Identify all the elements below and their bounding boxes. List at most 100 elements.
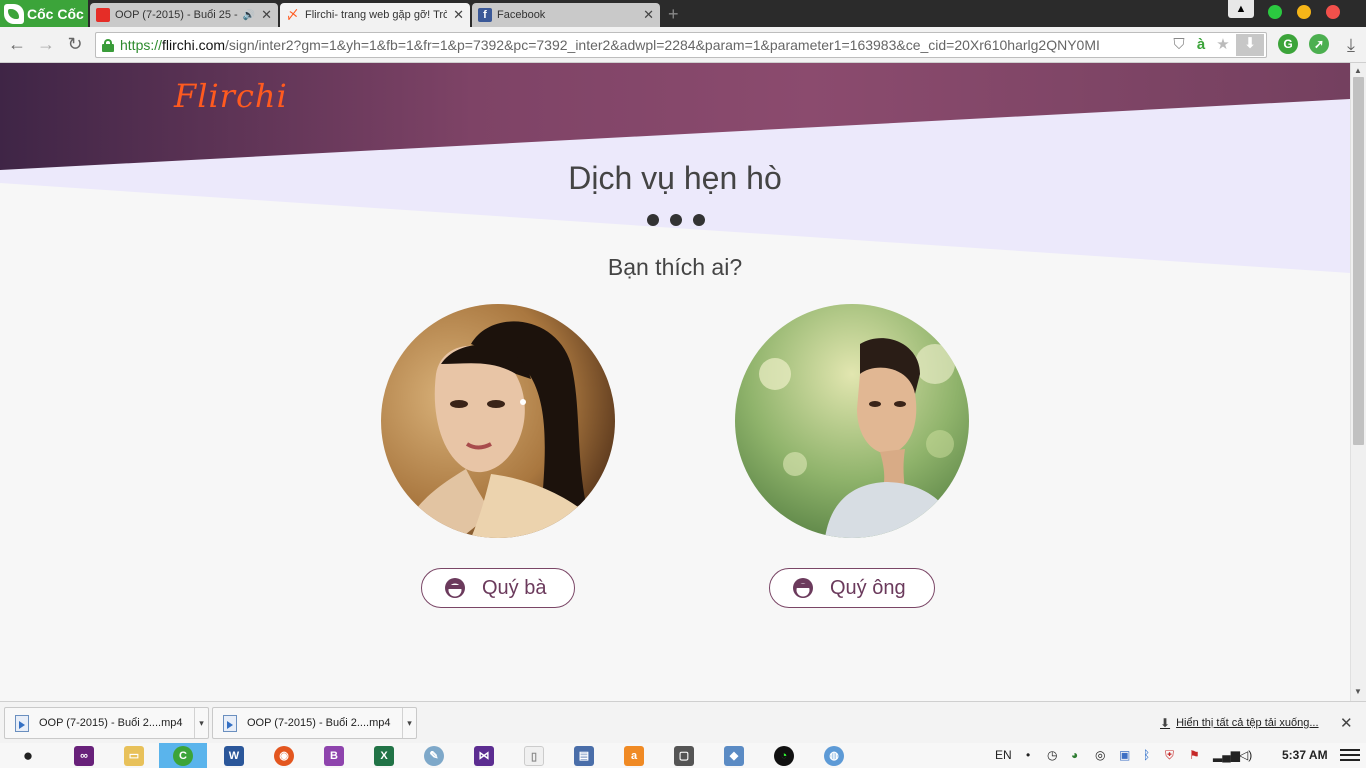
male-choice-label: Quý ông — [830, 576, 906, 599]
globe-icon[interactable]: ◕ — [1071, 748, 1078, 762]
file-explorer-icon[interactable]: ▭ — [124, 746, 144, 766]
security-icon[interactable]: ⛨ — [1165, 748, 1174, 763]
excel-icon[interactable]: X — [374, 746, 394, 766]
scrollbar-thumb[interactable] — [1353, 77, 1364, 445]
female-portrait-image — [381, 304, 615, 538]
download-filename: OOP (7-2015) - Buổi 2....mp4 — [39, 717, 183, 729]
tab-title: Facebook — [497, 9, 546, 21]
close-download-bar-icon[interactable]: ✕ — [1340, 714, 1353, 732]
download-item[interactable]: OOP (7-2015) - Buổi 2....mp4 ▾ — [4, 707, 209, 739]
tab-title: OOP (7-2015) - Buổi 25 - — [115, 9, 238, 21]
show-all-downloads-link[interactable]: ⬇ Hiển thị tất cả tệp tải xuống... — [1160, 716, 1319, 730]
browser-logo-text: Cốc Cốc — [27, 5, 84, 22]
minimize-icon[interactable] — [1297, 5, 1311, 19]
close-tab-icon[interactable]: ✕ — [643, 7, 654, 23]
tab-facebook[interactable]: f Facebook ✕ — [472, 3, 660, 27]
close-tab-icon[interactable]: ✕ — [453, 7, 464, 23]
download-bar: OOP (7-2015) - Buổi 2....mp4 ▾ OOP (7-20… — [0, 701, 1366, 743]
coccoc-leaf-icon — [4, 3, 24, 24]
tab-flirchi[interactable]: 〆 Flirchi- trang web gặp gỡ! Trò ✕ — [280, 3, 470, 27]
chevron-down-icon[interactable]: ▾ — [402, 708, 416, 738]
virtualbox-icon[interactable]: ◆ — [724, 746, 744, 766]
tray-dot-icon: • — [1026, 748, 1031, 762]
step-dot — [647, 214, 659, 226]
download-item[interactable]: OOP (7-2015) - Buổi 2....mp4 ▾ — [212, 707, 417, 739]
scroll-up-icon[interactable]: ▲ — [1354, 66, 1362, 75]
step-dot — [693, 214, 705, 226]
close-window-icon[interactable] — [1326, 5, 1340, 19]
extension-icon[interactable]: G — [1278, 34, 1298, 54]
video-file-icon — [15, 714, 29, 732]
coccoc-taskbar-icon[interactable]: C — [173, 746, 193, 766]
visual-studio-icon[interactable]: ∞ — [74, 746, 94, 766]
download-filename: OOP (7-2015) - Buổi 2....mp4 — [247, 717, 391, 729]
calculator-icon[interactable]: ▤ — [574, 746, 594, 766]
download-video-icon[interactable]: ⬇ — [1236, 34, 1264, 56]
media-player-icon[interactable]: ◉ — [274, 746, 294, 766]
rocket-extension-icon[interactable]: ➚ — [1309, 34, 1329, 54]
male-photo[interactable] — [735, 304, 969, 538]
paint-icon[interactable]: ✎ — [424, 746, 444, 766]
network-signal-icon[interactable]: ▂▄▆ — [1213, 748, 1240, 762]
downloads-icon[interactable]: ⤓ — [1340, 34, 1362, 56]
facebook-icon: f — [478, 8, 492, 22]
shield-icon[interactable]: ⛉ — [1168, 35, 1190, 55]
url-text[interactable]: https://flirchi.com/sign/inter2?gm=1&yh=… — [120, 37, 1164, 53]
lock-icon — [102, 39, 114, 52]
preference-question: Bạn thích ai? — [607, 254, 743, 280]
dictionary-icon[interactable]: à — [1190, 35, 1212, 55]
page-scrollbar[interactable]: ▲ ▼ — [1350, 63, 1366, 701]
page-title: Dịch vụ hẹn hò — [568, 160, 782, 196]
norton-icon[interactable]: ◎ — [1095, 748, 1105, 762]
apple-icon[interactable]: ● — [18, 746, 38, 766]
woman-face-icon — [445, 578, 465, 598]
flag-icon[interactable]: ⚑ — [1189, 748, 1200, 762]
tab-title: Flirchi- trang web gặp gỡ! Trò — [305, 9, 448, 21]
maximize-icon[interactable] — [1268, 5, 1282, 19]
chevron-down-icon[interactable]: ▾ — [194, 708, 208, 738]
female-choice-button[interactable]: Quý bà — [421, 568, 575, 608]
app-tray-icon[interactable]: ▣ — [1119, 748, 1130, 762]
speaker-icon[interactable]: 🔊 — [243, 10, 255, 21]
visual-studio-blend-icon[interactable]: B — [324, 746, 344, 766]
browser-logo[interactable]: Cốc Cốc — [0, 0, 88, 27]
step-dot — [670, 214, 682, 226]
reload-icon[interactable]: ↻ — [64, 33, 86, 55]
male-choice-button[interactable]: Quý ông — [769, 568, 935, 608]
video-file-icon — [223, 714, 237, 732]
word-icon[interactable]: W — [224, 746, 244, 766]
male-portrait-image — [735, 304, 969, 538]
female-choice-label: Quý bà — [482, 576, 547, 599]
volume-icon[interactable]: ◁) — [1239, 748, 1252, 762]
browser-icon[interactable]: ◍ — [824, 746, 844, 766]
vs-code-icon[interactable]: ⋈ — [474, 746, 494, 766]
download-arrow-icon: ⬇ — [1160, 716, 1171, 730]
profile-icon[interactable]: ▲ — [1228, 0, 1254, 18]
address-bar[interactable]: https://flirchi.com/sign/inter2?gm=1&yh=… — [95, 32, 1267, 58]
language-indicator[interactable]: EN — [995, 748, 1012, 762]
scroll-down-icon[interactable]: ▼ — [1354, 687, 1362, 696]
clock-app-icon[interactable]: ◔ — [774, 746, 794, 766]
web-page: Flirchi Dịch vụ hẹn hò Bạn thích ai? Quý… — [0, 63, 1350, 701]
step-dots — [647, 214, 705, 226]
tab-strip: Cốc Cốc OOP (7-2015) - Buổi 25 - 🔊 ✕ 〆 F… — [0, 0, 1366, 27]
window-manager-icon[interactable]: ▢ — [674, 746, 694, 766]
tab-youtube[interactable]: OOP (7-2015) - Buổi 25 - 🔊 ✕ — [90, 3, 278, 27]
bookmark-star-icon[interactable]: ★ — [1212, 35, 1234, 55]
timer-icon[interactable]: ◷ — [1047, 748, 1057, 762]
hamburger-menu-icon[interactable] — [1340, 749, 1360, 764]
forward-icon[interactable]: → — [35, 33, 57, 55]
back-icon[interactable]: ← — [6, 33, 28, 55]
taskbar: ● ∞ ▭ C W ◉ B X ✎ ⋈ ▯ ▤ a ▢ ◆ ◔ ◍ EN • ◷… — [0, 743, 1366, 768]
close-tab-icon[interactable]: ✕ — [261, 7, 272, 23]
app-icon[interactable]: a — [624, 746, 644, 766]
bluetooth-icon[interactable]: ᛒ — [1143, 748, 1150, 762]
man-face-icon — [793, 578, 813, 598]
system-clock[interactable]: 5:37 AM — [1282, 748, 1328, 762]
notepad-icon[interactable]: ▯ — [524, 746, 544, 766]
female-photo[interactable] — [381, 304, 615, 538]
browser-toolbar: ← → ↻ https://flirchi.com/sign/inter2?gm… — [0, 27, 1366, 63]
brand-logo[interactable]: Flirchi — [174, 77, 288, 115]
youtube-icon — [96, 8, 110, 22]
new-tab-icon[interactable]: + — [668, 4, 679, 25]
